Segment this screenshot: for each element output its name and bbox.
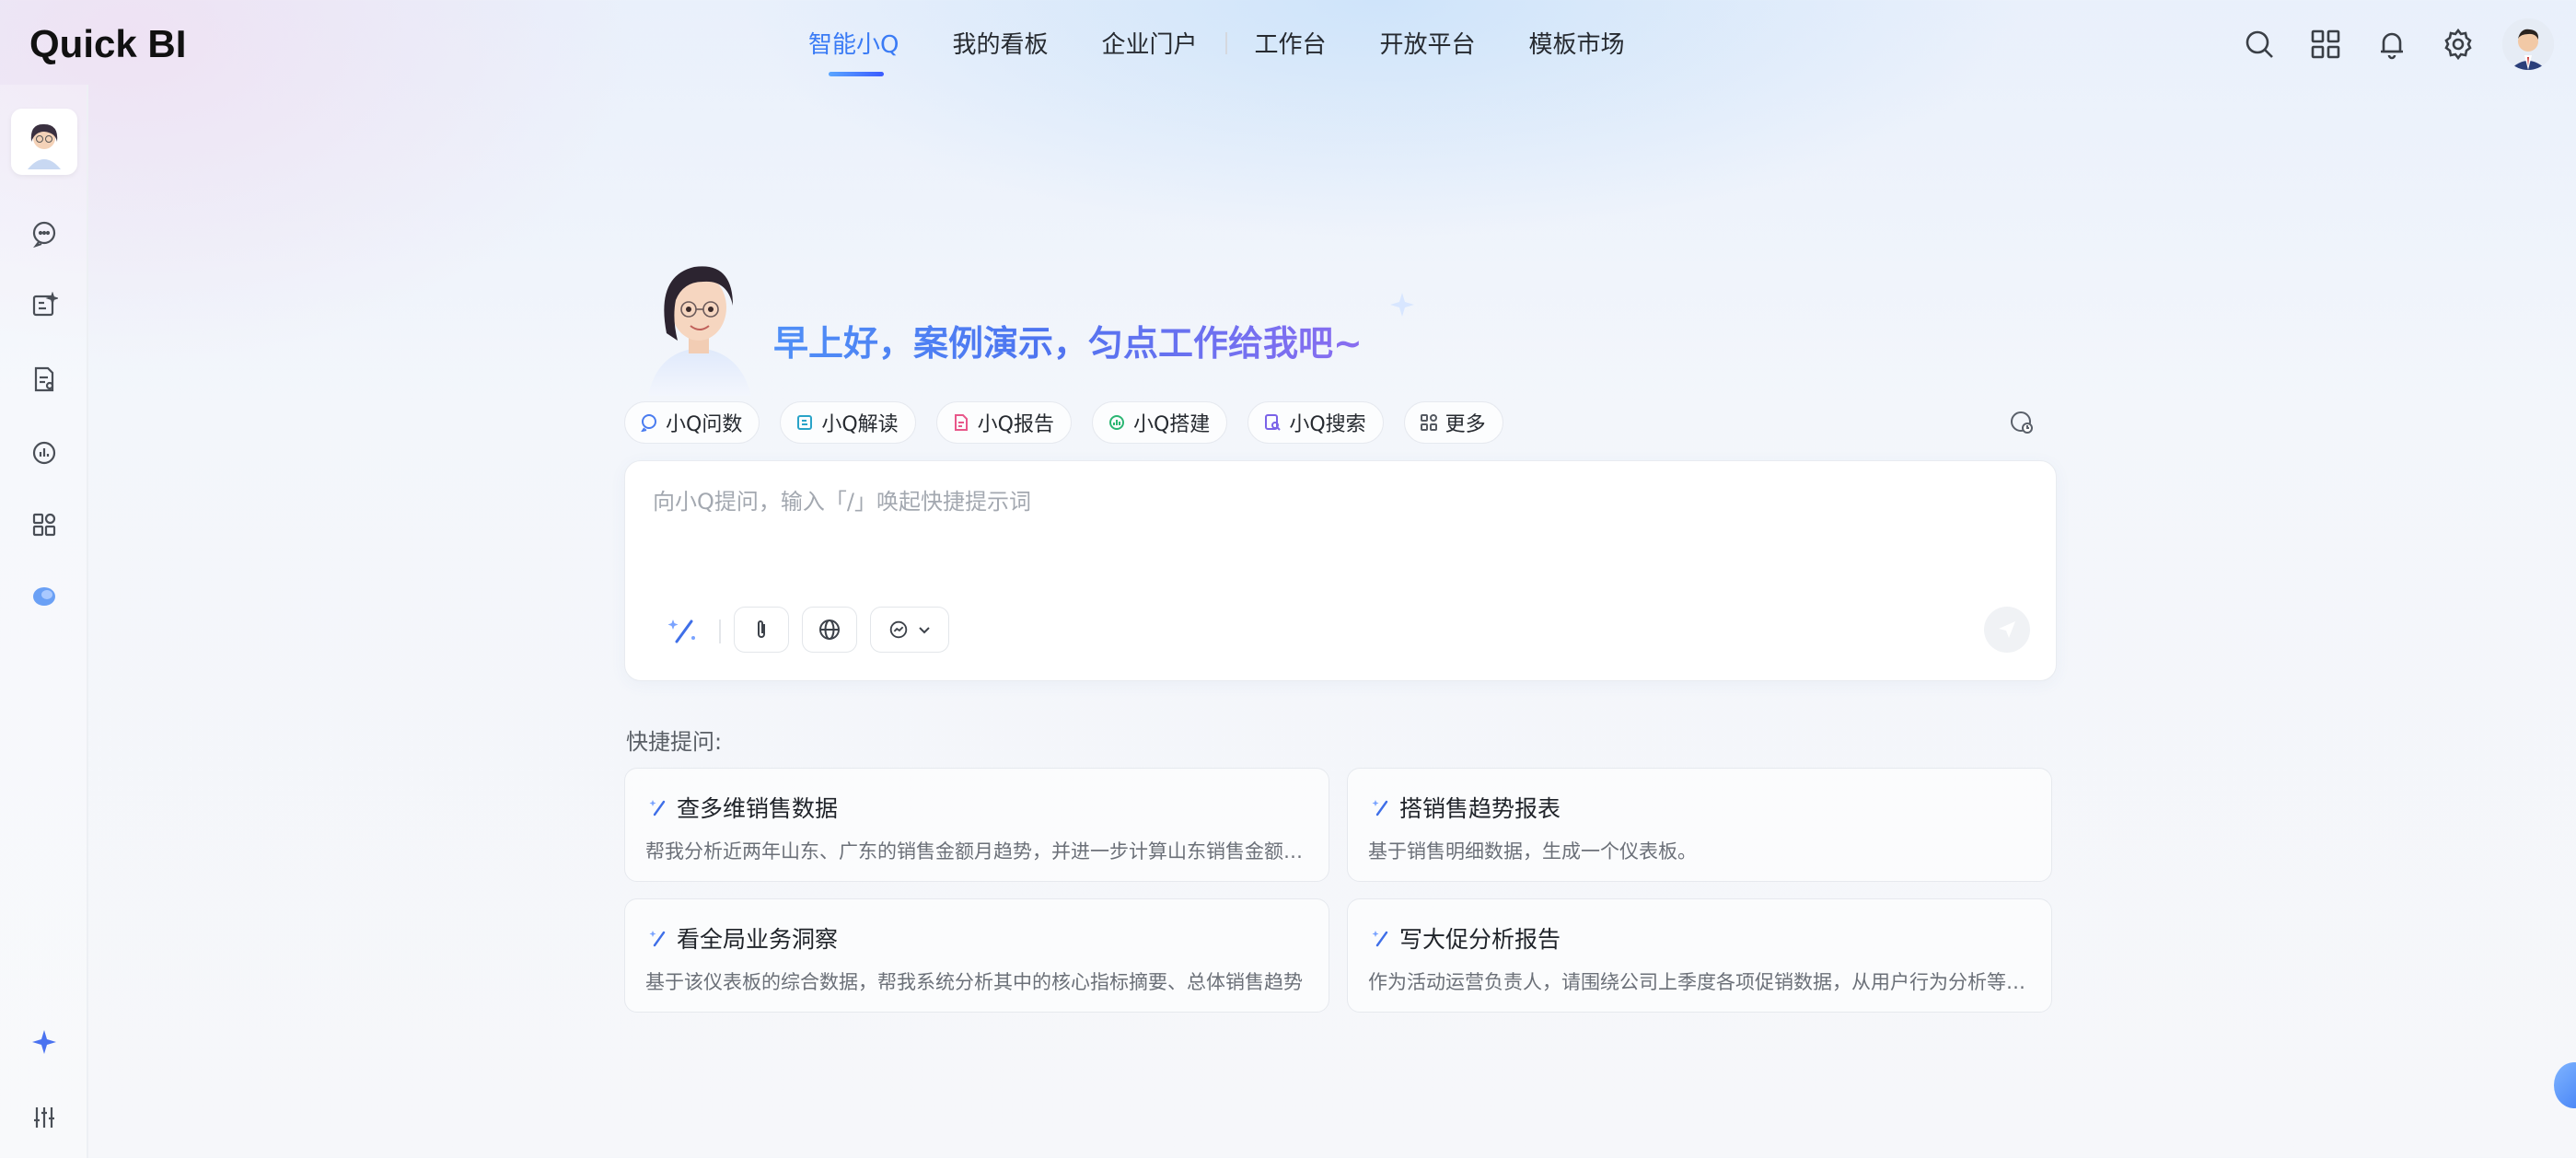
- quick-card-sales-trend[interactable]: 搭销售趋势报表 基于销售明细数据，生成一个仪表板。: [1347, 768, 2052, 882]
- card-title: 查多维销售数据: [677, 795, 839, 822]
- chip-label: 小Q报告: [977, 413, 1054, 436]
- search-icon[interactable]: [2235, 20, 2283, 68]
- nav-item-template-market[interactable]: 模板市场: [1529, 26, 1625, 60]
- build-icon[interactable]: [26, 434, 63, 471]
- quick-questions-title: 快捷提问:: [626, 729, 723, 755]
- magic-wand-icon: [1372, 931, 1388, 947]
- left-sidebar: [0, 85, 88, 1158]
- analysis-icon[interactable]: [26, 287, 63, 324]
- top-icon-group: [2217, 18, 2554, 70]
- paperclip-icon: [758, 620, 765, 638]
- card-description: 基于销售明细数据，生成一个仪表板。: [1368, 840, 1697, 863]
- nav-item-open-platform[interactable]: 开放平台: [1380, 26, 1476, 60]
- quick-bi-logo[interactable]: Quick BI: [29, 22, 186, 66]
- bell-icon[interactable]: [2368, 20, 2416, 68]
- chip-more[interactable]: 更多: [1403, 401, 1503, 444]
- report-doc-icon: [954, 414, 968, 431]
- blob-icon[interactable]: [26, 578, 63, 615]
- model-icon: [889, 620, 908, 639]
- nav-item-portal[interactable]: 企业门户: [1101, 26, 1197, 60]
- nav-item-xiaoq[interactable]: 智能小Q: [808, 26, 899, 76]
- card-description: 基于该仪表板的综合数据，帮我系统分析其中的核心指标摘要、总体销售趋势: [645, 971, 1303, 993]
- card-description: 作为活动运营负责人，请围绕公司上季度各项促销数据，从用户行为分析等方面: [1368, 971, 2040, 993]
- assistant-illustration: [630, 249, 768, 396]
- card-title: 看全局业务洞察: [677, 926, 839, 953]
- quick-card-multidim-sales[interactable]: 查多维销售数据 帮我分析近两年山东、广东的销售金额月趋势，并进一步计算山东销售金…: [624, 768, 1329, 882]
- quick-card-promo-report[interactable]: 写大促分析报告 作为活动运营负责人，请围绕公司上季度各项促销数据，从用户行为分析…: [1347, 898, 2052, 1013]
- card-description: 帮我分析近两年山东、广东的销售金额月趋势，并进一步计算山东销售金额占比: [645, 840, 1317, 863]
- prompt-input[interactable]: [653, 483, 2015, 520]
- model-select-dropdown[interactable]: [870, 607, 949, 653]
- magic-wand-icon: [649, 931, 666, 947]
- build-chart-icon: [1108, 415, 1124, 430]
- chat-icon[interactable]: [26, 215, 63, 252]
- gear-icon[interactable]: [2434, 20, 2482, 68]
- interpret-icon: [797, 415, 813, 430]
- history-icon[interactable]: [2009, 410, 2036, 437]
- greeting-title: 早上好，案例演示，匀点工作给我吧~: [773, 315, 1363, 365]
- report-icon[interactable]: [26, 361, 63, 398]
- chip-label: 小Q解读: [821, 413, 899, 436]
- card-title: 搭销售趋势报表: [1399, 795, 1561, 822]
- chip-ask-data[interactable]: 小Q问数: [624, 401, 760, 444]
- magic-wand-icon[interactable]: [664, 612, 701, 649]
- toolbar-divider: [719, 620, 721, 643]
- quick-card-business-insight[interactable]: 看全局业务洞察 基于该仪表板的综合数据，帮我系统分析其中的核心指标摘要、总体销售…: [624, 898, 1329, 1013]
- nav-item-dashboards[interactable]: 我的看板: [952, 26, 1048, 60]
- prompt-box: [624, 460, 2057, 681]
- floating-assistant-button[interactable]: [2554, 1062, 2576, 1108]
- chip-report[interactable]: 小Q报告: [935, 401, 1072, 444]
- chevron-down-icon: [919, 627, 930, 634]
- chip-interpret[interactable]: 小Q解读: [780, 401, 916, 444]
- search-doc-icon: [1265, 414, 1282, 431]
- skill-chips: 小Q问数 小Q解读 小Q报告 小Q搭建 小Q搜索 更多: [624, 401, 1524, 444]
- attachment-button[interactable]: [734, 607, 789, 653]
- magic-wand-icon: [1372, 800, 1388, 816]
- card-title: 写大促分析报告: [1399, 926, 1561, 953]
- send-icon: [1999, 621, 2015, 638]
- globe-icon: [819, 620, 840, 640]
- apps-grid-icon[interactable]: [2302, 20, 2350, 68]
- sparkle-decoration-icon: [1388, 291, 1416, 318]
- magic-wand-icon: [649, 800, 666, 816]
- more-grid-icon: [1420, 414, 1437, 431]
- send-button[interactable]: [1984, 607, 2030, 653]
- sparkle-icon[interactable]: [26, 1024, 63, 1060]
- grid-icon[interactable]: [26, 506, 63, 543]
- chip-label: 更多: [1445, 413, 1486, 436]
- chip-search[interactable]: 小Q搜索: [1247, 401, 1384, 444]
- main-nav: 智能小Q 我的看板 企业门户 工作台 开放平台 模板市场: [808, 26, 1678, 76]
- nav-item-workbench[interactable]: 工作台: [1255, 26, 1327, 60]
- nav-divider: [1224, 31, 1227, 54]
- ask-data-icon: [641, 414, 656, 432]
- chip-label: 小Q搜索: [1289, 413, 1366, 436]
- chip-label: 小Q问数: [666, 413, 743, 436]
- assistant-avatar[interactable]: [11, 109, 77, 175]
- web-search-button[interactable]: [802, 607, 857, 653]
- chip-build[interactable]: 小Q搭建: [1091, 401, 1228, 444]
- chip-label: 小Q搭建: [1132, 413, 1211, 436]
- sliders-icon[interactable]: [26, 1099, 63, 1136]
- top-bar: Quick BI 智能小Q 我的看板 企业门户 工作台 开放平台 模板市场: [0, 0, 2576, 85]
- user-avatar[interactable]: [2502, 18, 2554, 70]
